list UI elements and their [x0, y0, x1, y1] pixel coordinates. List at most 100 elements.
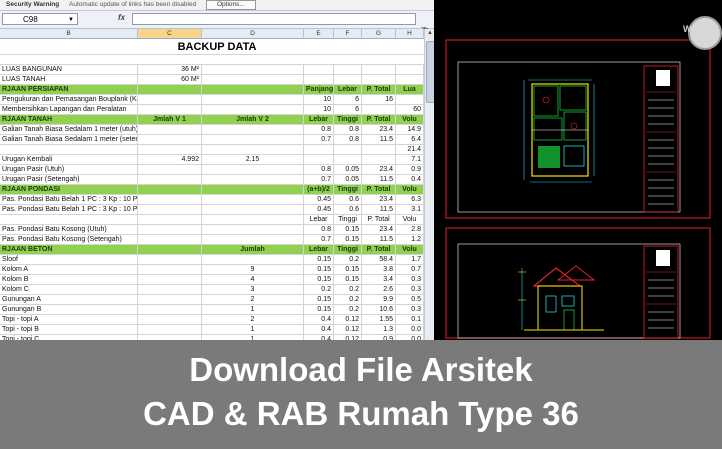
table-cell[interactable]: Tinggi [334, 185, 362, 195]
table-cell[interactable]: Tinggi [334, 245, 362, 255]
table-cell[interactable]: 0.0 [396, 325, 424, 335]
table-cell[interactable]: 0.3 [396, 305, 424, 315]
table-cell[interactable]: Membersihkan Lapangan dan Peralatan [0, 105, 138, 115]
table-cell[interactable]: 60 M² [138, 75, 202, 85]
table-cell[interactable] [304, 75, 334, 85]
table-cell[interactable]: 0.8 [334, 135, 362, 145]
table-cell[interactable]: P. Total [362, 185, 396, 195]
chevron-down-icon[interactable]: ▼ [68, 14, 74, 26]
table-row[interactable]: Pas. Pondasi Batu Belah 1 PC : 3 Kp : 10… [0, 195, 424, 205]
table-cell[interactable]: Pas. Pondasi Batu Kosong (Utuh) [0, 225, 138, 235]
table-row[interactable]: Pas. Pondasi Batu Kosong (Setengah) 0.7 0.… [0, 235, 424, 245]
table-cell[interactable] [202, 65, 304, 75]
table-cell[interactable]: 4 [202, 275, 304, 285]
table-cell[interactable]: 11.5 [362, 235, 396, 245]
table-cell[interactable]: 0.2 [334, 255, 362, 265]
table-cell[interactable] [138, 325, 202, 335]
table-cell[interactable]: 0.2 [334, 295, 362, 305]
table-cell[interactable] [138, 215, 202, 225]
table-cell[interactable]: 4.992 [138, 155, 202, 165]
table-cell[interactable] [138, 125, 202, 135]
table-cell[interactable]: 0.6 [334, 205, 362, 215]
table-cell[interactable] [334, 155, 362, 165]
table-cell[interactable] [202, 125, 304, 135]
table-cell[interactable]: 0.1 [396, 315, 424, 325]
column-header-e[interactable]: E [304, 29, 334, 38]
table-cell[interactable] [202, 225, 304, 235]
table-cell[interactable]: Urugan Pasir (Utuh) [0, 165, 138, 175]
table-cell[interactable]: 0.4 [396, 175, 424, 185]
column-header-h[interactable]: H [396, 29, 424, 38]
section-row[interactable]: RJAAN BETON Jumlah Lebar Tinggi P. Total Volu [0, 245, 424, 255]
table-cell[interactable]: Galian Tanah Biasa Sedalam 1 meter (sete… [0, 135, 138, 145]
table-cell[interactable]: 0.8 [304, 225, 334, 235]
table-cell[interactable] [138, 165, 202, 175]
table-cell[interactable] [0, 145, 138, 155]
table-row[interactable]: LUAS TANAH 60 M² [0, 75, 424, 85]
table-cell[interactable]: 0.12 [334, 315, 362, 325]
table-cell[interactable]: 1.7 [396, 255, 424, 265]
table-row[interactable]: Gunungan A 2 0.15 0.2 9.9 0.5 [0, 295, 424, 305]
table-cell[interactable]: 11.5 [362, 205, 396, 215]
table-cell[interactable] [202, 145, 304, 155]
table-cell[interactable]: 0.15 [304, 265, 334, 275]
table-cell[interactable]: Volu [396, 115, 424, 125]
table-cell[interactable]: 7.1 [396, 155, 424, 165]
table-cell[interactable]: Gunungan B [0, 305, 138, 315]
table-cell[interactable] [138, 95, 202, 105]
title-row[interactable]: BACKUP DATA [0, 39, 424, 55]
table-cell[interactable] [202, 215, 304, 225]
table-cell[interactable]: P. Total [362, 115, 396, 125]
table-cell[interactable] [202, 95, 304, 105]
table-cell[interactable]: 0.45 [304, 205, 334, 215]
table-cell[interactable]: 0.3 [396, 275, 424, 285]
table-cell[interactable]: 11.5 [362, 175, 396, 185]
table-cell[interactable]: 0.7 [304, 235, 334, 245]
table-cell[interactable]: 10 [304, 105, 334, 115]
table-row[interactable] [0, 55, 424, 65]
table-cell[interactable]: RJAAN TANAH [0, 115, 138, 125]
table-row[interactable]: 21.4 [0, 145, 424, 155]
table-cell[interactable]: 0.15 [304, 255, 334, 265]
table-cell[interactable] [138, 195, 202, 205]
table-cell[interactable]: 23.4 [362, 225, 396, 235]
table-cell[interactable]: 2 [202, 315, 304, 325]
table-cell[interactable]: Volu [396, 215, 424, 225]
table-cell[interactable] [362, 105, 396, 115]
table-row[interactable]: Kolom A 9 0.15 0.15 3.8 0.7 [0, 265, 424, 275]
table-row[interactable]: Urugan Pasir (Utuh) 0.8 0.05 23.4 0.9 [0, 165, 424, 175]
table-cell[interactable]: 6.3 [396, 195, 424, 205]
table-row[interactable]: Pengukuran dan Pemasangan Bouplank (Kayu… [0, 95, 424, 105]
table-cell[interactable] [362, 155, 396, 165]
table-row[interactable]: Urugan Kembali 4.992 2.15 7.1 [0, 155, 424, 165]
table-cell[interactable]: 0.15 [304, 295, 334, 305]
table-cell[interactable]: 0.7 [396, 265, 424, 275]
table-cell[interactable] [138, 285, 202, 295]
table-cell[interactable] [138, 85, 202, 95]
table-cell[interactable] [362, 65, 396, 75]
section-row[interactable]: RJAAN PONDASI (a+b)/2 Tinggi P. Total Volu [0, 185, 424, 195]
table-cell[interactable]: 0.5 [396, 295, 424, 305]
table-cell[interactable]: 0.7 [304, 175, 334, 185]
section-row[interactable]: RJAAN PERSIAPAN Panjang Lebar P. Total Lua [0, 85, 424, 95]
table-cell[interactable]: 0.6 [334, 195, 362, 205]
table-cell[interactable]: Kolom B [0, 275, 138, 285]
table-cell[interactable]: 0.7 [304, 135, 334, 145]
table-cell[interactable] [202, 255, 304, 265]
table-cell[interactable] [138, 245, 202, 255]
table-cell[interactable]: LUAS TANAH [0, 75, 138, 85]
table-cell[interactable] [138, 185, 202, 195]
table-cell[interactable]: 3.8 [362, 265, 396, 275]
column-header-g[interactable]: G [362, 29, 396, 38]
table-cell[interactable]: Lebar [304, 245, 334, 255]
table-cell[interactable] [396, 95, 424, 105]
table-cell[interactable]: 60 [396, 105, 424, 115]
table-cell[interactable]: P. Total [362, 245, 396, 255]
table-cell[interactable]: 1.3 [362, 325, 396, 335]
table-cell[interactable]: 0.2 [334, 285, 362, 295]
table-cell[interactable] [138, 145, 202, 155]
table-cell[interactable] [138, 135, 202, 145]
table-row[interactable]: Membersihkan Lapangan dan Peralatan 10 6 60 [0, 105, 424, 115]
table-cell[interactable]: 0.8 [304, 165, 334, 175]
table-cell[interactable]: P. Total [362, 215, 396, 225]
